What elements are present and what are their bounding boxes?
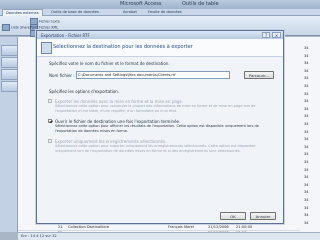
file-prompt: Spécifiez votre le nom du fichier et le …	[49, 61, 170, 66]
right-value: 34	[304, 68, 309, 73]
right-value: 34	[304, 198, 309, 202]
tab-outils-bdd[interactable]: Outils de base de données	[48, 9, 102, 16]
nav-item[interactable]	[1, 81, 18, 92]
cancel-button[interactable]: Annuler	[250, 212, 276, 220]
file-name-label: Nom fichier :	[49, 73, 75, 78]
close-icon[interactable]: ✕	[272, 32, 281, 38]
keep-formatting-checkbox	[48, 99, 52, 103]
text-file-label: Fichier texte	[39, 19, 60, 24]
right-value: 34	[304, 46, 309, 50]
right-value: 34	[304, 122, 309, 126]
record-nav-text: Enr : 14 4 12 sur 32	[21, 234, 57, 238]
right-value: 34	[304, 213, 309, 218]
export-file-icon	[41, 42, 52, 54]
window-title: Microsoft Access	[120, 1, 162, 7]
open-destination-checkbox[interactable]	[48, 119, 52, 123]
option-description: Sélectionnez cette option pour exporter …	[55, 144, 256, 153]
context-title: Outils de table	[182, 1, 219, 7]
right-value: 34	[304, 160, 309, 164]
right-value: 34	[304, 190, 309, 195]
selected-records-checkbox	[48, 139, 52, 143]
dialog-heading: Sélectionnez la destination pour les don…	[53, 44, 193, 50]
sharepoint-list-button[interactable]: Liste SharePoint	[2, 24, 38, 31]
right-value: 34	[304, 76, 309, 81]
right-value: 34	[304, 152, 309, 157]
nav-item[interactable]	[1, 69, 18, 80]
dialog-titlebar[interactable]: Exportation - Fichier RTF	[37, 31, 283, 39]
option-description: Sélectionnez cette option pour afficher …	[55, 124, 259, 133]
tab-acrobat[interactable]: Acrobat	[120, 9, 140, 16]
right-value: 34	[304, 106, 309, 111]
help-icon[interactable]: ?	[262, 32, 270, 38]
right-value: 34	[304, 91, 309, 96]
xml-file-label: Fichier XML	[39, 25, 59, 30]
nav-item[interactable]	[1, 57, 18, 68]
right-value: 34	[304, 129, 309, 134]
right-value: 34	[304, 61, 309, 66]
right-value: 34	[304, 114, 309, 119]
ribbon-tab-bar: Données externes Outils de base de donné…	[0, 9, 320, 17]
right-column: 34 34 34 34 34 34 34 34 34 34 34 34 34 34 34 34 34 34 34 34…	[300, 37, 320, 232]
right-value: 34	[304, 53, 309, 58]
right-value: 34	[304, 175, 309, 180]
dialog-header: Sélectionnez la destination pour les don…	[37, 39, 283, 57]
nav-item[interactable]	[1, 45, 18, 56]
ok-button[interactable]: OK	[220, 212, 246, 220]
file-name-input[interactable]: C:\Documents and Settings\Mes documents\…	[76, 71, 230, 79]
options-label: Spécifiez les options d'exportation.	[49, 89, 120, 94]
right-value: 34	[304, 182, 309, 187]
sharepoint-icon	[2, 24, 10, 31]
window-titlebar: Microsoft Access Outils de table	[0, 0, 320, 9]
right-value: 34	[304, 144, 309, 149]
navigation-pane	[0, 37, 18, 232]
sharepoint-label: Liste SharePoint	[11, 25, 39, 30]
right-value: 34	[304, 167, 309, 172]
option-description: Sélectionnez cette option pour conserver…	[55, 104, 256, 113]
right-value: 34	[304, 99, 309, 104]
right-value: 34	[304, 137, 309, 142]
tab-feuille-donnees[interactable]: Feuille de données	[145, 9, 185, 16]
record-navigation[interactable]: Enr : 14 4 12 sur 32	[18, 232, 320, 240]
right-value: 34	[304, 84, 309, 88]
export-dialog: Exportation - Fichier RTF ? ✕ Sélectionn…	[36, 30, 284, 224]
dialog-title: Exportation - Fichier RTF	[41, 32, 90, 38]
right-value: 34	[304, 205, 309, 210]
browse-button[interactable]: Parcourir...	[244, 71, 274, 79]
right-value: 34	[304, 220, 309, 225]
